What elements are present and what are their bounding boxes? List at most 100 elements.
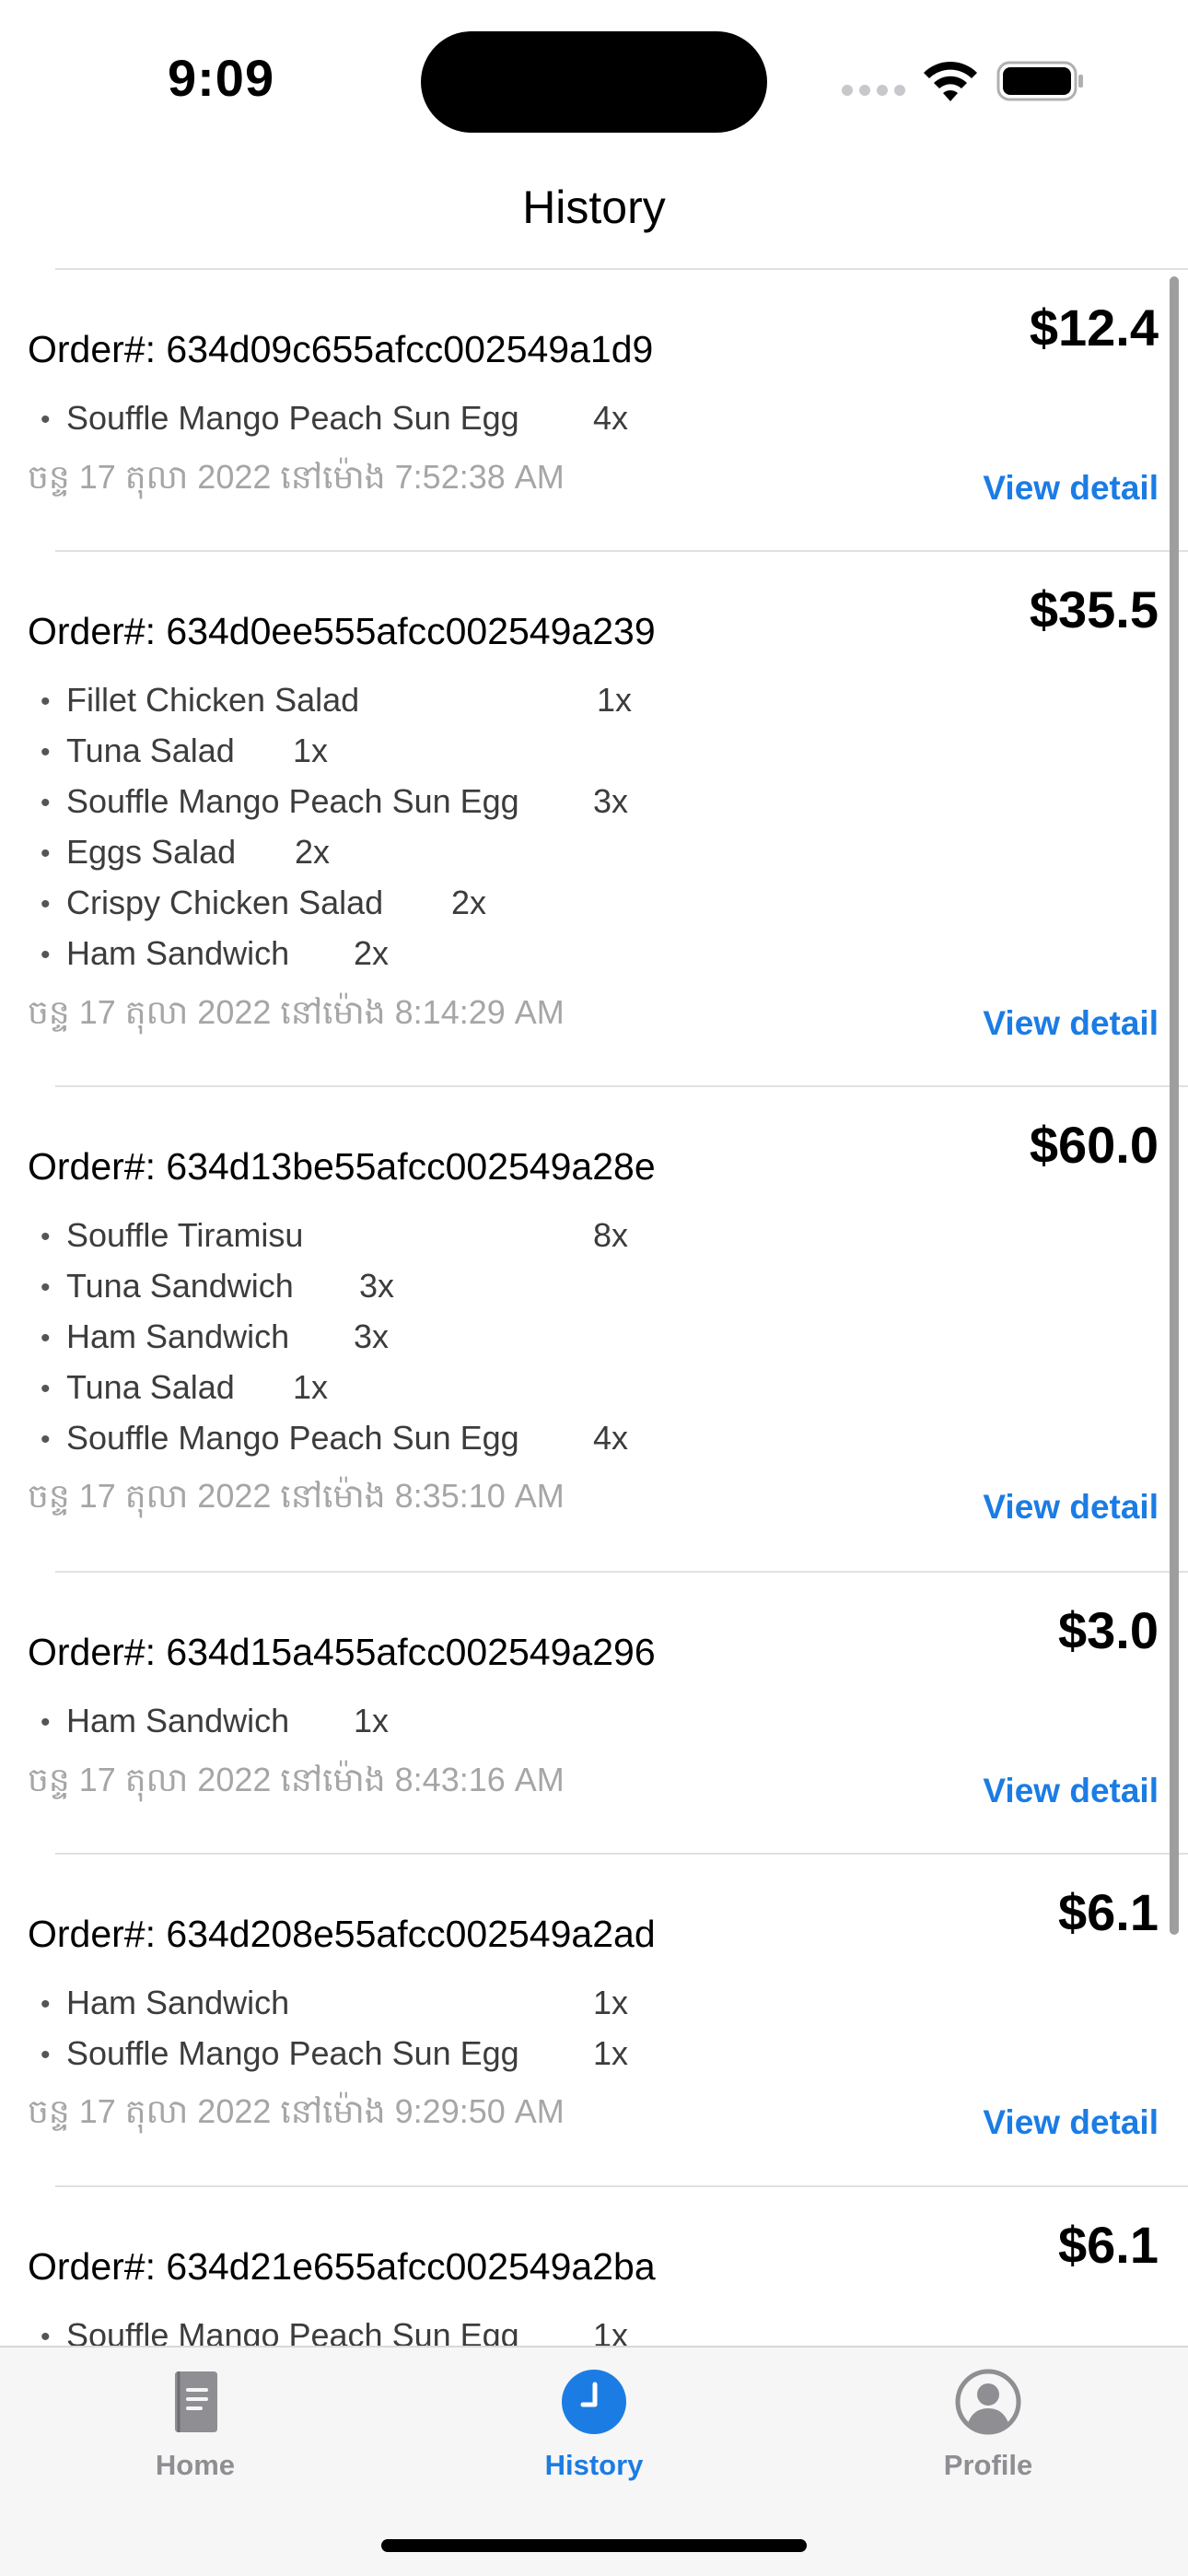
item-name: Ham Sandwich (66, 1317, 290, 1355)
item-name: Tuna Salad (66, 732, 235, 769)
order-number: Order#: 634d21e655afcc002549a2ba (28, 2245, 656, 2288)
item-quantity: 1x (597, 681, 633, 719)
battery-icon (996, 61, 1083, 101)
order-card: Order#: 634d0ee555afcc002549a239 $35.5 •… (0, 552, 1188, 1087)
item-name: Souffle Mango Peach Sun Egg (66, 399, 519, 437)
tab-profile-label: Profile (943, 2449, 1033, 2481)
order-items: • Souffle Mango Peach Sun Egg 4x (41, 392, 685, 442)
order-items: • Fillet Chicken Salad 1x • Tuna Salad 1… (41, 673, 685, 978)
order-item: • Ham Sandwich 1x (41, 1702, 390, 1739)
order-item: • Souffle Mango Peach Sun Egg 1x (41, 2309, 685, 2347)
order-date: ចន្ទ 17 តុលា 2022 នៅម៉ោង 9:29:50 AM (28, 2092, 565, 2130)
clock-icon (562, 2370, 626, 2434)
order-card: Order#: 634d208e55afcc002549a2ad $6.1 • … (0, 1855, 1188, 2187)
order-number: Order#: 634d208e55afcc002549a2ad (28, 1913, 656, 1955)
order-items: • Souffle Mango Peach Sun Egg 1x (41, 2309, 685, 2347)
order-item: • Ham Sandwich 1x (41, 1984, 629, 2021)
status-bar: 9:09 (0, 0, 1188, 147)
tab-home[interactable]: Home (57, 2348, 333, 2495)
order-card: Order#: 634d15a455afcc002549a296 $3.0 • … (0, 1573, 1188, 1855)
order-total: $35.5 (1029, 580, 1159, 638)
order-items: • Ham Sandwich 1x (41, 1694, 685, 1745)
item-quantity: 2x (354, 934, 390, 972)
view-detail-link[interactable]: View detail (983, 1772, 1159, 1810)
order-total: $12.4 (1029, 299, 1159, 357)
order-item: • Tuna Salad 1x (41, 732, 329, 769)
tab-profile[interactable]: Profile (850, 2348, 1126, 2495)
order-item: • Souffle Mango Peach Sun Egg 1x (41, 2034, 629, 2072)
order-item: • Souffle Mango Peach Sun Egg 4x (41, 1419, 629, 1457)
item-name: Tuna Salad (66, 1368, 235, 1406)
view-detail-link[interactable]: View detail (983, 469, 1159, 508)
item-quantity: 3x (354, 1317, 390, 1355)
vertical-scrollbar[interactable] (1170, 276, 1179, 1935)
order-date: ចន្ទ 17 តុលា 2022 នៅម៉ោង 7:52:38 AM (28, 458, 565, 496)
order-total: $60.0 (1029, 1116, 1159, 1174)
order-total: $3.0 (1058, 1601, 1159, 1659)
page-title: History (522, 181, 666, 233)
order-history-list[interactable]: Order#: 634d09c655afcc002549a1d9 $12.4 •… (0, 270, 1188, 2347)
status-time: 9:09 (168, 49, 275, 107)
item-quantity: 1x (354, 1702, 390, 1739)
item-name: Souffle Tiramisu (66, 1216, 304, 1254)
tab-history-label: History (544, 2449, 644, 2481)
item-quantity: 1x (293, 732, 329, 769)
order-date: ចន្ទ 17 តុលា 2022 នៅម៉ោង 8:43:16 AM (28, 1761, 565, 1798)
book-icon (175, 2371, 217, 2432)
order-item: • Souffle Mango Peach Sun Egg 3x (41, 782, 629, 820)
item-name: Tuna Sandwich (66, 1267, 294, 1305)
item-name: Fillet Chicken Salad (66, 681, 360, 719)
order-item: • Ham Sandwich 2x (41, 934, 390, 972)
order-item: • Souffle Tiramisu 8x (41, 1216, 629, 1254)
app-screen: 9:09 History Order#: 634d09c655afcc00254… (0, 0, 1188, 2576)
person-circle-icon (955, 2369, 1021, 2435)
wifi-icon (924, 61, 977, 101)
item-quantity: 3x (593, 782, 629, 820)
item-name: Crispy Chicken Salad (66, 884, 384, 921)
order-date: ចន្ទ 17 តុលា 2022 នៅម៉ោង 8:14:29 AM (28, 993, 565, 1031)
order-item: • Tuna Salad 1x (41, 1368, 329, 1406)
order-items: • Ham Sandwich 1x • Souffle Mango Peach … (41, 1976, 685, 2078)
order-item: • Ham Sandwich 3x (41, 1317, 390, 1355)
order-item: • Souffle Mango Peach Sun Egg 4x (41, 399, 629, 437)
order-items: • Souffle Tiramisu 8x • Tuna Sandwich 3x… (41, 1209, 685, 1462)
item-name: Souffle Mango Peach Sun Egg (66, 2316, 519, 2347)
order-card: Order#: 634d09c655afcc002549a1d9 $12.4 •… (0, 270, 1188, 552)
cellular-signal-icon (842, 85, 906, 96)
item-name: Souffle Mango Peach Sun Egg (66, 782, 519, 820)
item-quantity: 1x (593, 1984, 629, 2021)
item-name: Ham Sandwich (66, 1702, 290, 1739)
item-quantity: 4x (593, 1419, 629, 1457)
item-name: Souffle Mango Peach Sun Egg (66, 1419, 519, 1457)
item-name: Eggs Salad (66, 833, 237, 871)
item-quantity: 2x (295, 833, 331, 871)
item-quantity: 1x (593, 2316, 629, 2347)
order-number: Order#: 634d09c655afcc002549a1d9 (28, 328, 654, 370)
order-number: Order#: 634d13be55afcc002549a28e (28, 1145, 656, 1188)
item-quantity: 1x (593, 2034, 629, 2072)
order-item: • Tuna Sandwich 3x (41, 1267, 395, 1305)
home-indicator[interactable] (381, 2539, 807, 2552)
order-total: $6.1 (1058, 1883, 1159, 1941)
tab-history[interactable]: History (456, 2348, 732, 2495)
order-number: Order#: 634d15a455afcc002549a296 (28, 1631, 656, 1673)
order-number: Order#: 634d0ee555afcc002549a239 (28, 610, 656, 652)
order-card: Order#: 634d21e655afcc002549a2ba $6.1 • … (0, 2187, 1188, 2347)
order-item: • Eggs Salad 2x (41, 833, 331, 871)
view-detail-link[interactable]: View detail (983, 1004, 1159, 1043)
view-detail-link[interactable]: View detail (983, 1488, 1159, 1527)
tab-home-label: Home (155, 2449, 236, 2481)
order-item: • Crispy Chicken Salad 2x (41, 884, 487, 921)
item-name: Ham Sandwich (66, 1984, 290, 2021)
order-item: • Fillet Chicken Salad 1x (41, 681, 633, 719)
item-quantity: 2x (451, 884, 487, 921)
dynamic-island (421, 31, 767, 133)
item-quantity: 1x (293, 1368, 329, 1406)
order-date: ចន្ទ 17 តុលា 2022 នៅម៉ោង 8:35:10 AM (28, 1477, 565, 1515)
order-card: Order#: 634d13be55afcc002549a28e $60.0 •… (0, 1087, 1188, 1573)
item-name: Ham Sandwich (66, 934, 290, 972)
item-quantity: 3x (359, 1267, 395, 1305)
view-detail-link[interactable]: View detail (983, 2103, 1159, 2142)
item-quantity: 8x (593, 1216, 629, 1254)
order-total: $6.1 (1058, 2216, 1159, 2274)
